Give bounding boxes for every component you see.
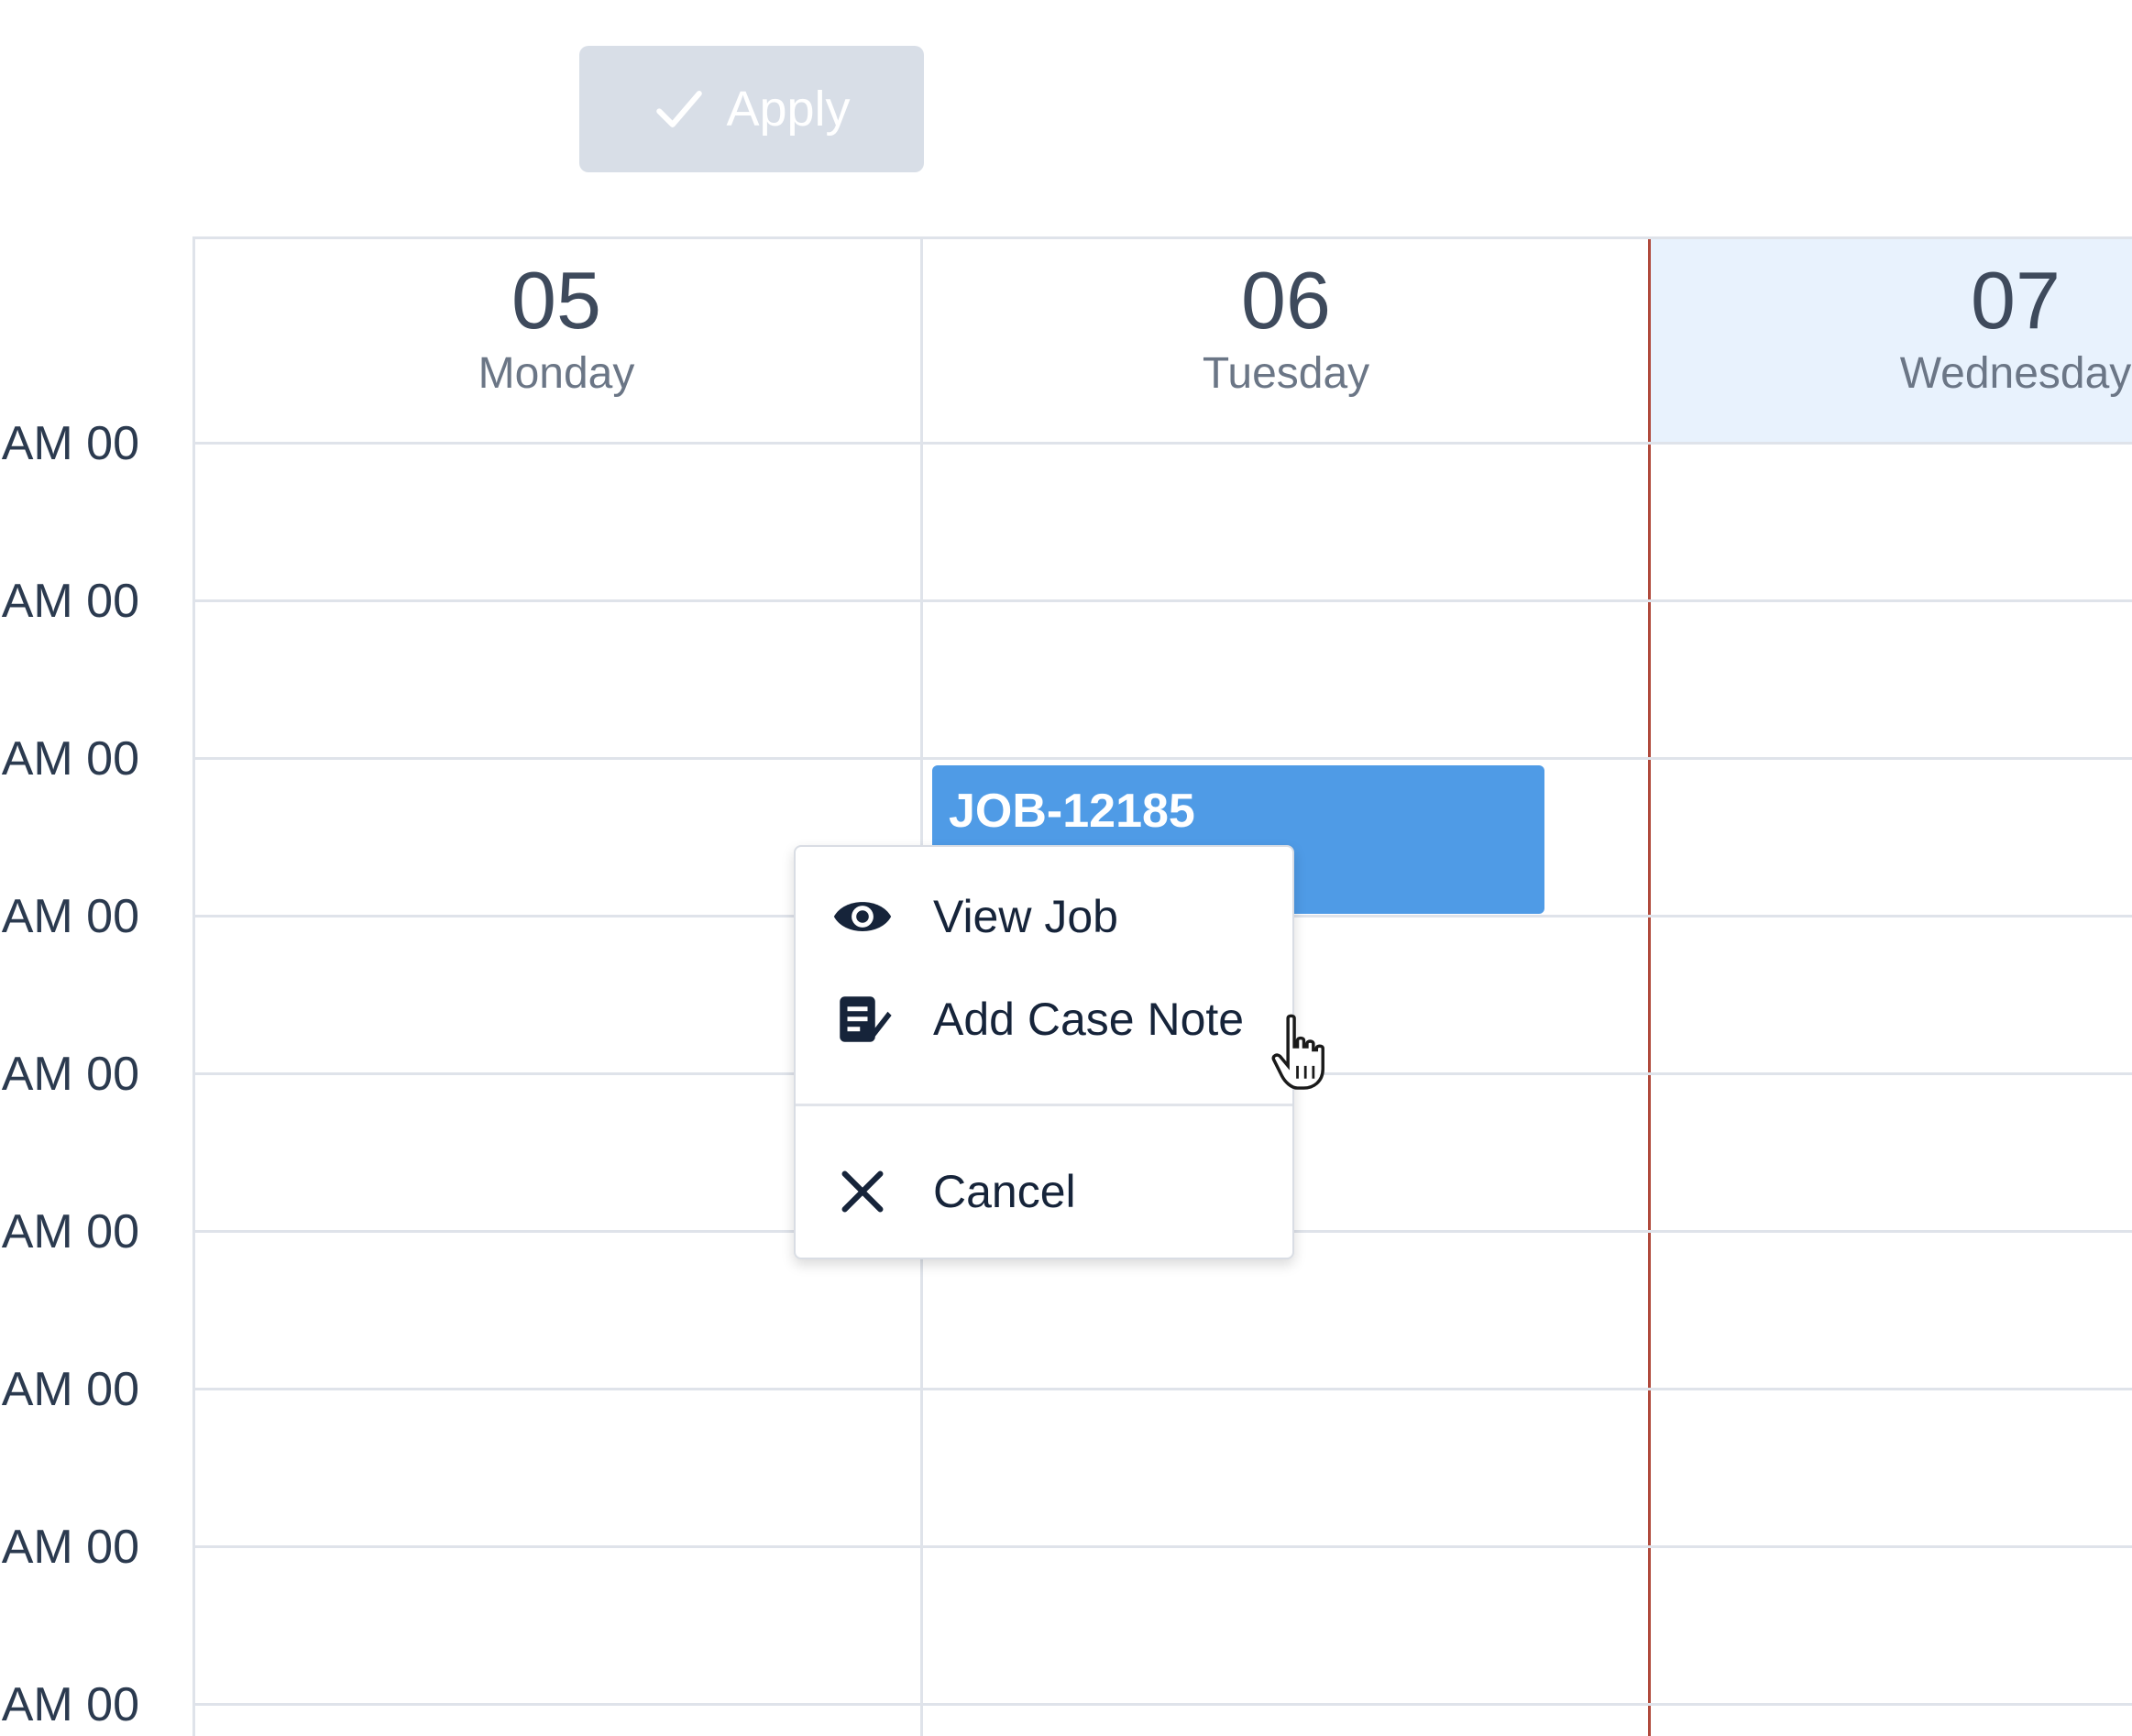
- apply-label: Apply: [726, 82, 851, 137]
- hand-cursor-icon: [1271, 1014, 1324, 1090]
- menu-divider: [796, 1104, 1292, 1106]
- grid-column-divider: [192, 236, 195, 1736]
- event-title: JOB-12185: [949, 785, 1195, 838]
- grid-row-divider: [192, 442, 2132, 445]
- day-number: 07: [1971, 255, 2061, 346]
- apply-button[interactable]: Apply: [579, 46, 924, 172]
- menu-item-label: Cancel: [933, 1166, 1076, 1217]
- close-icon: [829, 1158, 896, 1225]
- menu-item-label: Add Case Note: [933, 994, 1245, 1045]
- day-name: Tuesday: [1202, 349, 1370, 398]
- eye-icon: [829, 883, 896, 950]
- context-menu: View Job Add Case Note Cancel: [794, 845, 1294, 1259]
- day-header-wednesday[interactable]: 07 Wednesday: [1652, 236, 2132, 442]
- grid-row-divider: [192, 236, 2132, 239]
- day-name: Monday: [478, 349, 635, 398]
- current-day-marker: [1648, 236, 1651, 1736]
- time-label: 00 AM: [1, 1366, 139, 1413]
- time-label: 00 AM: [1, 1681, 139, 1729]
- day-number: 05: [511, 255, 601, 346]
- grid-row-divider: [192, 599, 2132, 602]
- grid-row-divider: [192, 1388, 2132, 1390]
- time-label: 00 AM: [1, 735, 139, 783]
- case-note-icon: [829, 985, 896, 1053]
- time-label: 00 AM: [1, 420, 139, 467]
- day-number: 06: [1241, 255, 1331, 346]
- time-label: 00 AM: [1, 1208, 139, 1256]
- grid-row-divider: [192, 757, 2132, 760]
- time-label: 00 AM: [1, 577, 139, 625]
- grid-row-divider: [192, 1545, 2132, 1548]
- time-label: 00 AM: [1, 1050, 139, 1098]
- time-label: 00 AM: [1, 893, 139, 940]
- menu-item-cancel[interactable]: Cancel: [796, 1146, 1292, 1237]
- time-label: 00 AM: [1, 1523, 139, 1571]
- menu-item-view-job[interactable]: View Job: [796, 871, 1292, 962]
- day-name: Wednesday: [1899, 349, 2132, 398]
- checkmark-icon: [656, 91, 703, 127]
- menu-item-add-case-note[interactable]: Add Case Note: [796, 973, 1292, 1065]
- grid-row-divider: [192, 1703, 2132, 1706]
- day-header-tuesday[interactable]: 06 Tuesday: [922, 236, 1650, 442]
- menu-item-label: View Job: [933, 891, 1118, 942]
- day-header-monday[interactable]: 05 Monday: [192, 236, 920, 442]
